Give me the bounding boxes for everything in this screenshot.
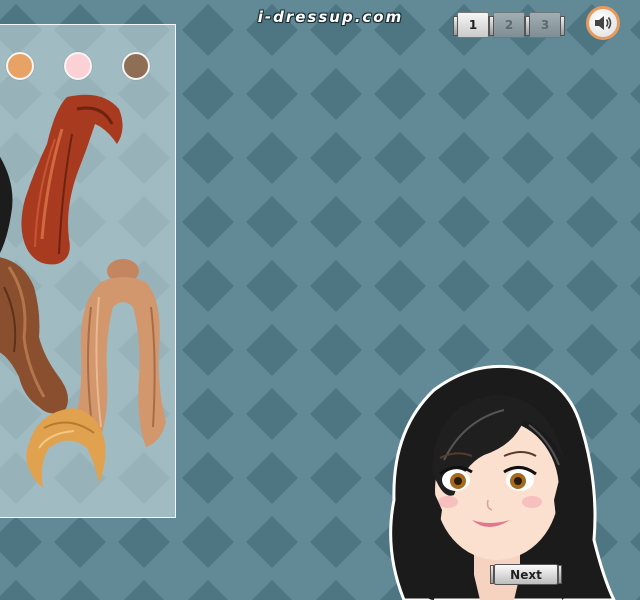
page-tab-2[interactable]: 2 [489,12,529,38]
next-button-right-cap [558,565,562,584]
hair-option-red-side-swept[interactable] [7,89,127,269]
color-swatch-brown[interactable] [122,52,150,80]
speaker-icon [595,16,612,30]
next-button-label: Next [494,564,558,585]
sound-toggle-button[interactable] [586,6,620,40]
page-tab-1[interactable]: 1 [453,12,493,38]
hair-selection-panel [0,24,176,518]
hair-option-blonde-short[interactable] [19,403,109,498]
hair-option-brown-wavy[interactable] [0,257,79,417]
next-button[interactable]: Next [488,563,564,586]
color-swatch-orange[interactable] [6,52,34,80]
color-swatch-pink[interactable] [64,52,92,80]
page-tab-3[interactable]: 3 [525,12,565,38]
site-logo[interactable]: i-dressup.com [243,7,418,27]
page-tabs: 1 2 3 [453,12,565,38]
